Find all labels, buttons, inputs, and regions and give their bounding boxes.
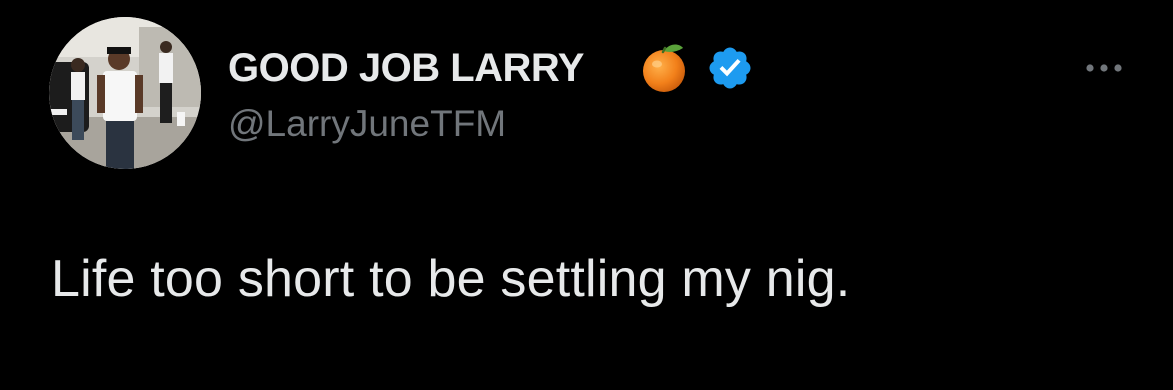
avatar-photo bbox=[49, 17, 201, 169]
avatar[interactable] bbox=[49, 17, 201, 169]
more-options-icon[interactable] bbox=[1080, 55, 1128, 81]
orange-icon bbox=[643, 44, 685, 92]
display-name[interactable]: GOOD JOB LARRY bbox=[228, 45, 585, 91]
user-handle[interactable]: @LarryJuneTFM bbox=[228, 103, 506, 145]
verified-badge-icon[interactable] bbox=[706, 44, 754, 92]
tweet-text: Life too short to be settling my nig. bbox=[51, 250, 851, 308]
tweet-card: GOOD JOB LARRY @LarryJuneTFM Life too sh… bbox=[0, 0, 1173, 390]
